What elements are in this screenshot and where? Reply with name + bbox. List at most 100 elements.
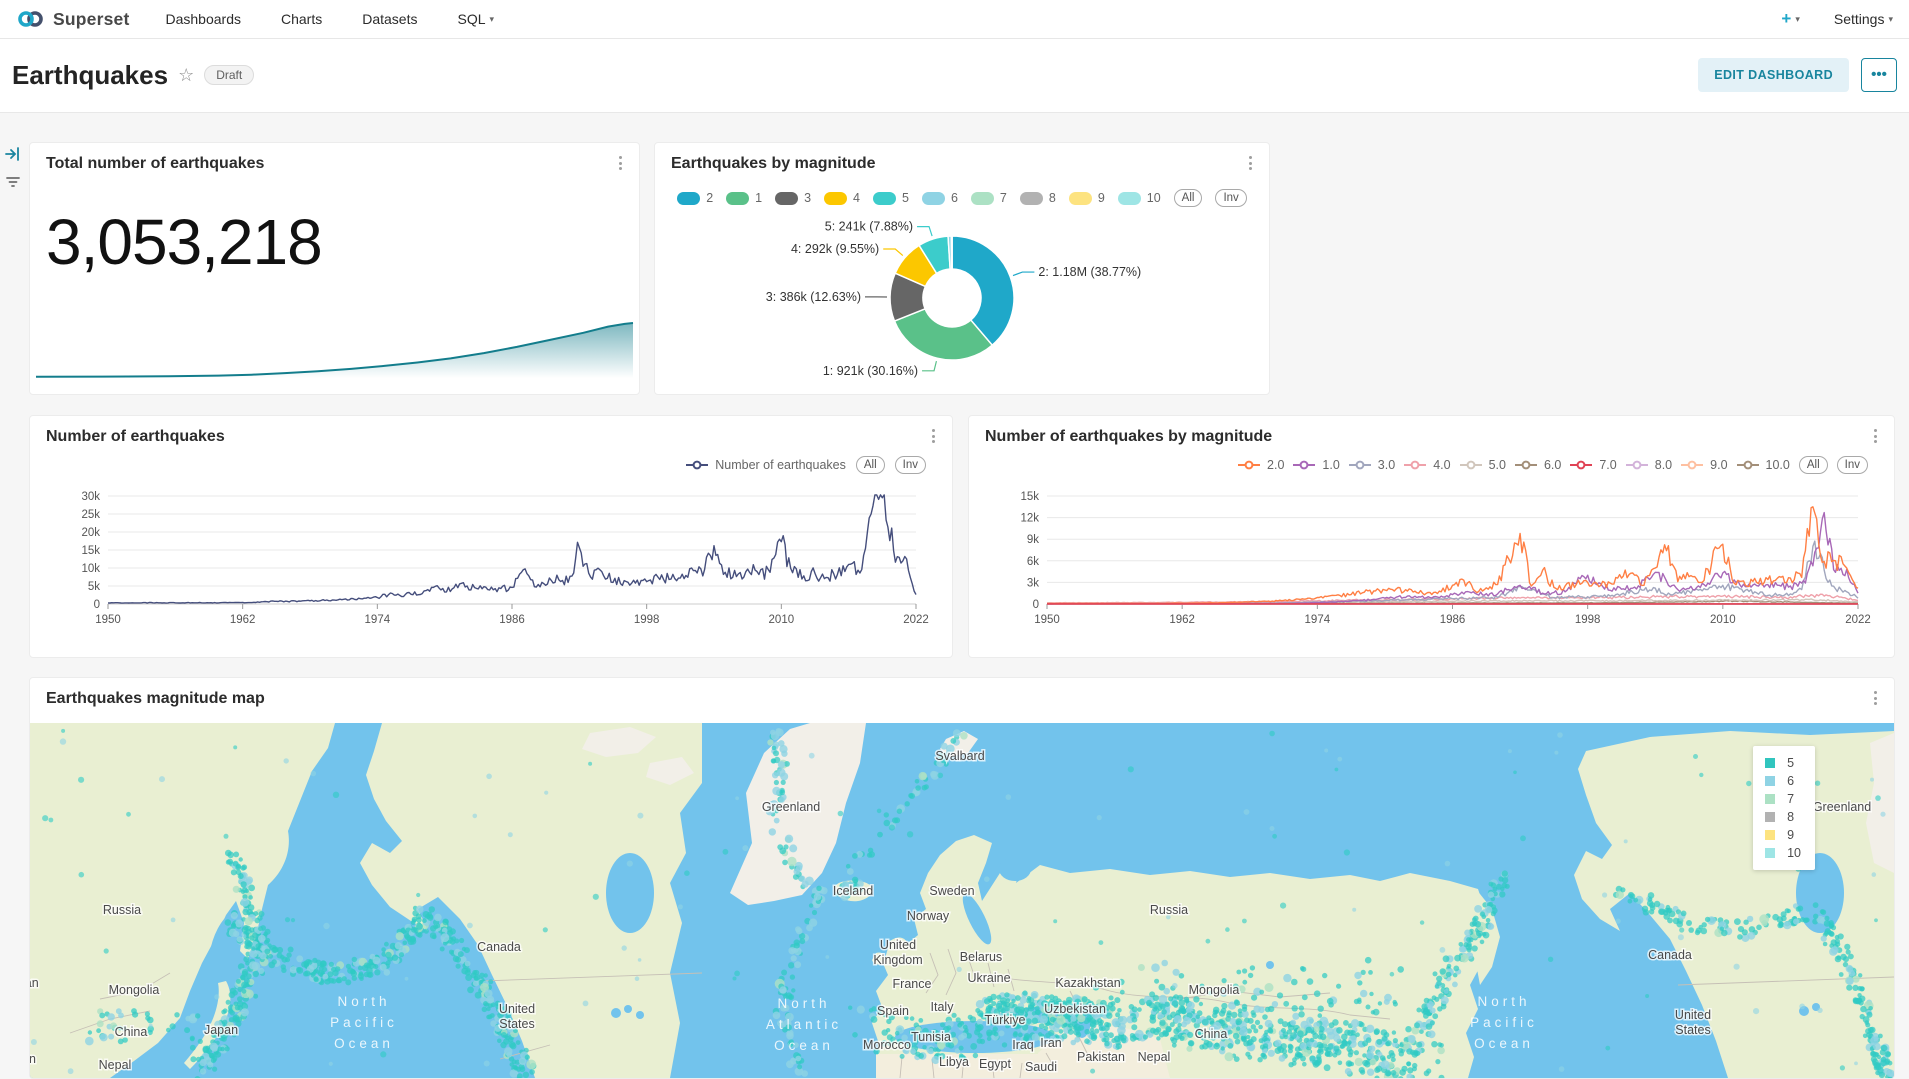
settings-menu[interactable]: Settings▾ [1834,11,1893,27]
pie-legend-item-4[interactable]: 4 [824,191,860,205]
map-label-country: Russia [103,903,141,917]
filter-icon[interactable] [5,174,23,192]
superset-logo[interactable]: Superset [0,9,140,30]
line-legend: Number of earthquakes All Inv [686,456,926,474]
series-line-1.0 [1047,513,1858,604]
pie-legend-item-3[interactable]: 3 [775,191,811,205]
line-legend-item-9.0[interactable]: 9.0 [1681,458,1727,472]
favorite-star-icon[interactable]: ☆ [178,65,194,86]
legend-all-button[interactable]: All [1799,456,1828,474]
pie-legend-item-2[interactable]: 2 [677,191,713,205]
line-marker-icon [1460,460,1483,470]
chart-menu-kebab-icon[interactable] [1241,153,1259,173]
chevron-down-icon: ▾ [1888,14,1893,24]
nav-item-sql[interactable]: SQL▾ [457,11,494,27]
line-legend-item-4.0[interactable]: 4.0 [1404,458,1450,472]
map-label-country: Iraq [1012,1038,1034,1052]
nav-menu: Dashboards Charts Datasets SQL▾ [166,11,495,27]
expand-filter-bar-icon[interactable] [5,146,23,164]
legend-all-button[interactable]: All [856,456,885,474]
line-legend-item-6.0[interactable]: 6.0 [1515,458,1561,472]
new-item-button[interactable]: +▾ [1781,9,1799,29]
svg-text:2010: 2010 [1710,614,1736,626]
legend-swatch [1118,192,1141,205]
line-legend-item-3.0[interactable]: 3.0 [1349,458,1395,472]
svg-text:1998: 1998 [1575,614,1601,626]
chart-menu-kebab-icon[interactable] [611,153,629,173]
pie-slice-label: 3: 386k (12.63%) [766,290,861,304]
line-chart[interactable]: 03k6k9k12k15k195019621974198619982010202… [969,482,1892,654]
line-chart[interactable]: 05k10k15k20k25k30k1950196219741986199820… [30,482,950,654]
donut-chart[interactable]: 2: 1.18M (38.77%)1: 921k (30.16%)3: 386k… [655,213,1267,393]
svg-text:1986: 1986 [1440,614,1466,626]
pie-legend-item-7[interactable]: 7 [971,191,1007,205]
line-legend-item-5.0[interactable]: 5.0 [1460,458,1506,472]
line-legend-item-10.0[interactable]: 10.0 [1737,458,1790,472]
map-label-country: China [115,1025,148,1039]
svg-text:2022: 2022 [903,614,929,626]
svg-text:1974: 1974 [365,614,391,626]
legend-label: 10 [1147,191,1161,205]
dashboard-header: Earthquakes ☆ Draft EDIT DASHBOARD ••• [0,38,1909,113]
line-legend: 2.0 1.0 3.0 4.0 5.0 6.0 7.0 8.0 9.0 10.0 All Inv [1238,456,1868,474]
dashboard-more-button[interactable]: ••• [1861,58,1897,92]
pie-legend-item-9[interactable]: 9 [1069,191,1105,205]
legend-swatch [1765,848,1775,858]
legend-swatch [1765,830,1775,840]
legend-all-button[interactable]: All [1174,189,1203,207]
svg-text:25k: 25k [81,509,100,521]
world-map[interactable]: RussiaMongoliaChinaJapanKazakhstanTajiki… [30,723,1894,1078]
nav-item-datasets[interactable]: Datasets [362,11,417,27]
legend-inv-button[interactable]: Inv [1215,189,1246,207]
pie-legend-item-1[interactable]: 1 [726,191,762,205]
svg-text:1962: 1962 [1169,614,1195,626]
map-legend-item-8: 8 [1765,810,1801,824]
line-legend-item-number-of-earthquakes[interactable]: Number of earthquakes [686,458,846,472]
pie-legend-item-5[interactable]: 5 [873,191,909,205]
map-label-country: Kazakhstan [1055,976,1120,990]
legend-swatch [922,192,945,205]
svg-text:6k: 6k [1027,556,1039,568]
chart-menu-kebab-icon[interactable] [1866,426,1884,446]
map-legend: 5678910 [1753,746,1815,870]
pie-legend-item-8[interactable]: 8 [1020,191,1056,205]
legend-swatch [677,192,700,205]
legend-swatch [873,192,896,205]
map-legend-item-10: 10 [1765,846,1801,860]
legend-inv-button[interactable]: Inv [1837,456,1868,474]
map-label-country: Svalbard [935,749,984,763]
legend-inv-button[interactable]: Inv [895,456,926,474]
line-legend-item-1.0[interactable]: 1.0 [1293,458,1339,472]
top-navbar: Superset Dashboards Charts Datasets SQL▾ +▾… [0,0,1909,39]
chart-menu-kebab-icon[interactable] [1866,688,1884,708]
map-label-ocean: NorthPacificOcean [1470,994,1538,1051]
line-marker-icon [1681,460,1704,470]
map-label-country: Morocco [863,1038,911,1052]
map-label-country: Canada [477,940,521,954]
pie-legend-item-6[interactable]: 6 [922,191,958,205]
svg-text:30k: 30k [81,491,100,503]
svg-text:1998: 1998 [634,614,660,626]
nav-item-charts[interactable]: Charts [281,11,322,27]
pie-legend-item-10[interactable]: 10 [1118,191,1161,205]
map-label-country: Nepal [1138,1050,1171,1064]
chart-menu-kebab-icon[interactable] [924,426,942,446]
line-legend-item-2.0[interactable]: 2.0 [1238,458,1284,472]
big-number-value: 3,053,218 [46,205,322,279]
map-label-country: Pakistan [30,1052,36,1066]
svg-text:0: 0 [94,599,100,611]
nav-item-dashboards[interactable]: Dashboards [166,11,242,27]
line-legend-item-8.0[interactable]: 8.0 [1626,458,1672,472]
legend-label: 10 [1787,846,1801,860]
line-marker-icon [1349,460,1372,470]
pie-slice-label: 2: 1.18M (38.77%) [1038,265,1141,279]
edit-dashboard-button[interactable]: EDIT DASHBOARD [1698,58,1849,92]
svg-text:10k: 10k [81,563,100,575]
map-label-country: Greenland [762,800,820,814]
map-label-country: Egypt [979,1057,1011,1071]
map-label-country: China [1195,1027,1228,1041]
svg-text:20k: 20k [81,527,100,539]
line-legend-item-7.0[interactable]: 7.0 [1570,458,1616,472]
map-label-country: Russia [1150,903,1188,917]
map-label-country: Libya [939,1055,969,1069]
